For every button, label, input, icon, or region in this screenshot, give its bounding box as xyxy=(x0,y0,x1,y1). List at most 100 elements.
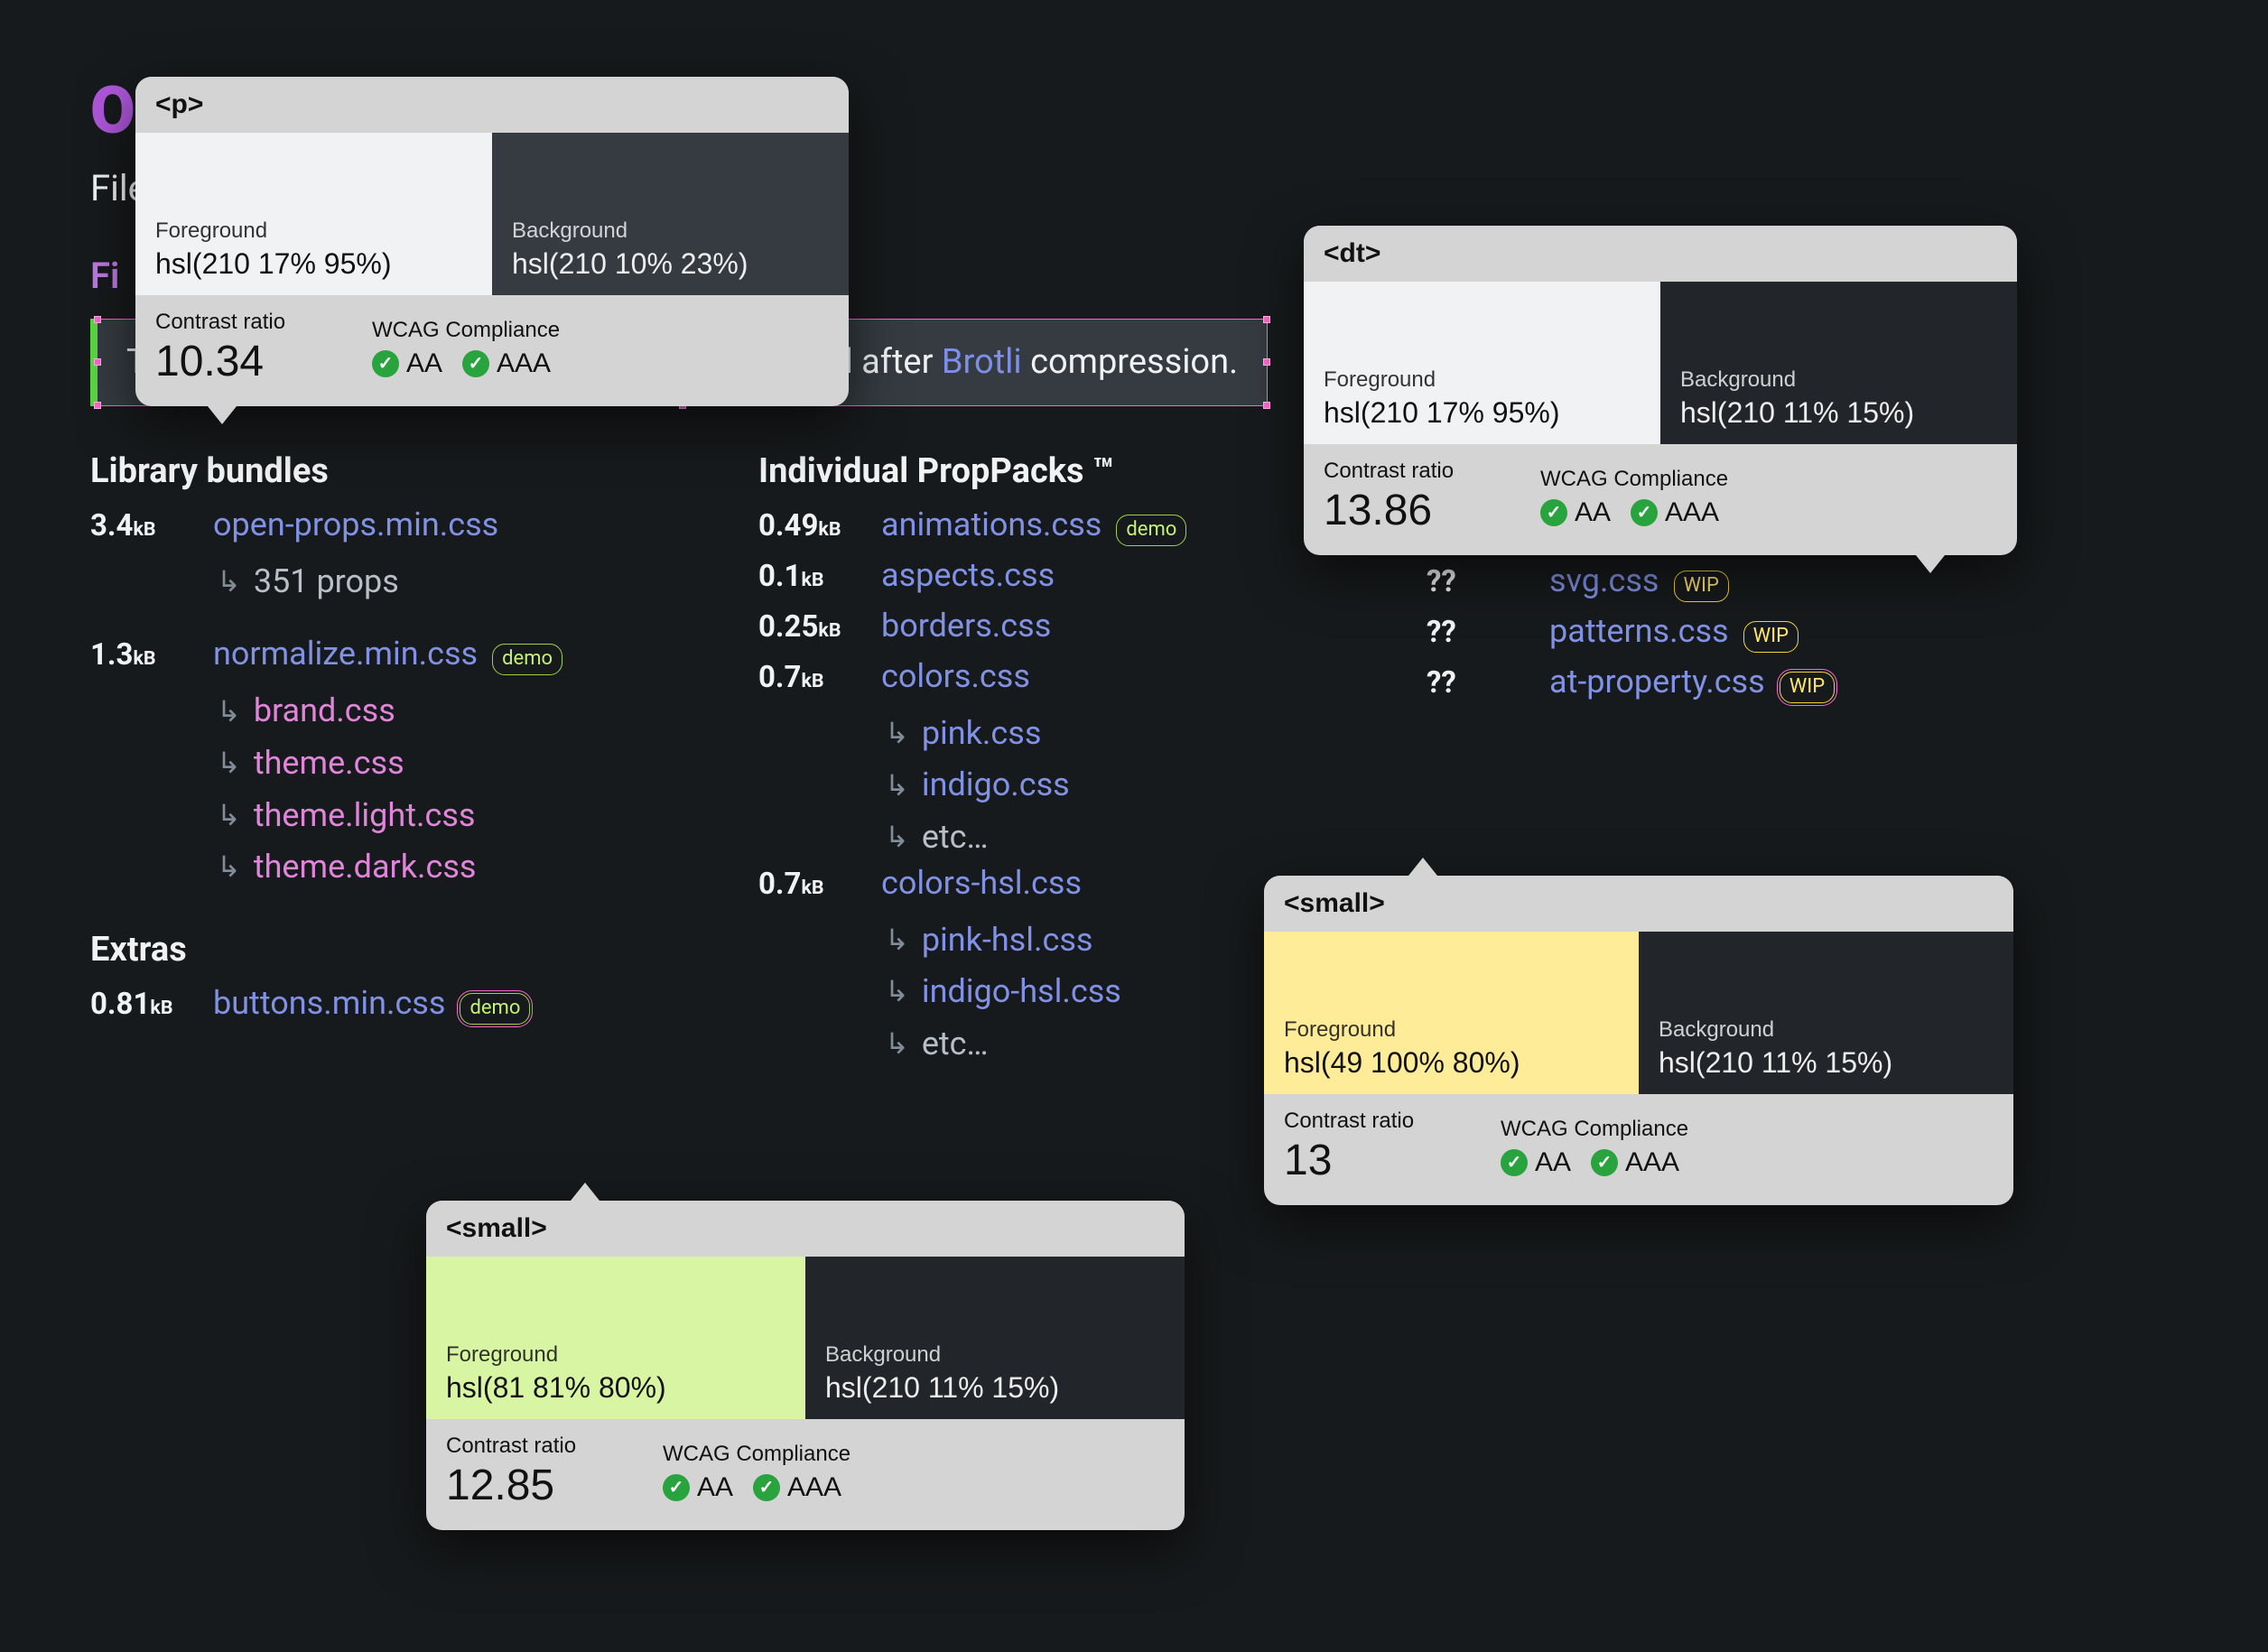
file-link[interactable]: svg.css xyxy=(1549,561,1659,599)
contrast-tooltip-dt: <dt> Foregroundhsl(210 17% 95%) Backgrou… xyxy=(1304,226,2017,555)
demo-badge[interactable]: demo xyxy=(1116,515,1186,546)
arrow-down-right-icon: ↳ xyxy=(217,740,241,786)
wip-badge: WIP xyxy=(1743,621,1799,653)
file-link[interactable]: animations.css xyxy=(881,506,1101,543)
selection-handle[interactable] xyxy=(1263,402,1270,409)
unknown-size: ?? xyxy=(1427,615,1535,650)
arrow-down-right-icon: ↳ xyxy=(885,763,909,809)
wip-badge: WIP xyxy=(1674,571,1729,602)
wcag-aa: AA xyxy=(697,1472,733,1503)
contrast-tooltip-small-green: <small> Foregroundhsl(81 81% 80%) Backgr… xyxy=(426,1201,1185,1530)
sub-file-link[interactable]: pink-hsl.css xyxy=(922,914,1093,967)
selection-handle[interactable] xyxy=(1263,316,1270,323)
sub-file-link[interactable]: pink.css xyxy=(922,708,1042,760)
file-size: 0.81kB xyxy=(90,987,199,1022)
wcag-label: WCAG Compliance xyxy=(1540,467,1728,492)
check-icon: ✓ xyxy=(663,1474,690,1501)
selection-handle[interactable] xyxy=(94,358,101,366)
check-icon: ✓ xyxy=(753,1474,780,1501)
unknown-size: ?? xyxy=(1427,665,1535,701)
etc-text: etc… xyxy=(922,1018,989,1071)
contrast-ratio-label: Contrast ratio xyxy=(1284,1109,1473,1134)
wcag-label: WCAG Compliance xyxy=(372,318,560,343)
background-swatch: Backgroundhsl(210 10% 23%) xyxy=(492,133,849,295)
file-link[interactable]: normalize.min.css xyxy=(213,635,478,673)
prop-count: 351 props xyxy=(254,556,399,608)
arrow-down-right-icon: ↳ xyxy=(885,814,909,860)
check-icon: ✓ xyxy=(372,350,399,377)
wcag-label: WCAG Compliance xyxy=(663,1442,850,1467)
sub-file-link[interactable]: theme.light.css xyxy=(254,790,476,842)
contrast-ratio-label: Contrast ratio xyxy=(446,1434,636,1459)
proppacks-title: Individual PropPacks ™ xyxy=(758,451,1318,491)
arrow-down-right-icon: ↳ xyxy=(217,844,241,890)
foreground-swatch: Foregroundhsl(210 17% 95%) xyxy=(1304,282,1660,444)
contrast-tooltip-small-yellow: <small> Foregroundhsl(49 100% 80%) Backg… xyxy=(1264,876,2013,1205)
arrow-down-right-icon: ↳ xyxy=(885,917,909,963)
etc-text: etc… xyxy=(922,812,989,864)
file-link[interactable]: aspects.css xyxy=(881,556,1055,594)
file-size: 0.7kB xyxy=(758,867,867,902)
contrast-ratio-value: 13.86 xyxy=(1324,486,1513,535)
file-link[interactable]: colors.css xyxy=(881,657,1030,695)
wcag-aa: AA xyxy=(1535,1147,1571,1178)
contrast-ratio-label: Contrast ratio xyxy=(155,310,345,335)
background-swatch: Backgroundhsl(210 11% 15%) xyxy=(1639,932,2013,1094)
contrast-ratio-value: 13 xyxy=(1284,1136,1473,1185)
file-size: 1.3kB xyxy=(90,637,199,673)
extras-title: Extras xyxy=(90,930,650,970)
check-icon: ✓ xyxy=(1631,499,1658,526)
library-bundles-title: Library bundles xyxy=(90,451,650,491)
wcag-aaa: AAA xyxy=(787,1472,841,1503)
wcag-aa: AA xyxy=(406,348,442,379)
brotli-link[interactable]: Brotli xyxy=(942,342,1022,382)
wcag-aaa: AAA xyxy=(1625,1147,1679,1178)
check-icon: ✓ xyxy=(1591,1149,1618,1176)
arrow-down-right-icon: ↳ xyxy=(217,689,241,735)
foreground-swatch: Foregroundhsl(210 17% 95%) xyxy=(135,133,492,295)
arrow-down-right-icon: ↳ xyxy=(217,559,241,605)
file-size: 3.4kB xyxy=(90,508,199,543)
file-size: 0.1kB xyxy=(758,559,867,594)
sub-file-link[interactable]: indigo-hsl.css xyxy=(922,966,1121,1018)
file-link[interactable]: colors-hsl.css xyxy=(881,864,1082,902)
sub-file-link[interactable]: theme.css xyxy=(254,738,404,790)
file-link[interactable]: at-property.css xyxy=(1549,663,1765,701)
file-link[interactable]: open-props.min.css xyxy=(213,506,498,543)
file-size: 0.7kB xyxy=(758,660,867,695)
contrast-ratio-label: Contrast ratio xyxy=(1324,459,1513,484)
selection-handle[interactable] xyxy=(1263,358,1270,366)
tooltip-tag: <small> xyxy=(426,1201,1185,1257)
selection-handle[interactable] xyxy=(94,316,101,323)
foreground-swatch: Foregroundhsl(49 100% 80%) xyxy=(1264,932,1639,1094)
demo-badge[interactable]: demo xyxy=(492,644,562,675)
check-icon: ✓ xyxy=(462,350,489,377)
contrast-ratio-value: 12.85 xyxy=(446,1461,636,1510)
wcag-label: WCAG Compliance xyxy=(1501,1117,1688,1142)
selection-handle[interactable] xyxy=(94,402,101,409)
check-icon: ✓ xyxy=(1540,499,1567,526)
arrow-down-right-icon: ↳ xyxy=(217,793,241,839)
contrast-tooltip-p: <p> Foregroundhsl(210 17% 95%) Backgroun… xyxy=(135,77,849,406)
tooltip-tag: <p> xyxy=(135,77,849,133)
background-swatch: Backgroundhsl(210 11% 15%) xyxy=(805,1257,1185,1419)
tooltip-tag: <small> xyxy=(1264,876,2013,932)
file-size: 0.49kB xyxy=(758,508,867,543)
file-link[interactable]: patterns.css xyxy=(1549,612,1729,650)
wip-badge: WIP xyxy=(1780,672,1835,703)
para-text-after: compression. xyxy=(1022,342,1238,382)
unknown-size: ?? xyxy=(1427,564,1535,599)
check-icon: ✓ xyxy=(1501,1149,1528,1176)
file-link[interactable]: borders.css xyxy=(881,607,1051,645)
background-swatch: Backgroundhsl(210 11% 15%) xyxy=(1660,282,2017,444)
tooltip-tag: <dt> xyxy=(1304,226,2017,282)
contrast-ratio-value: 10.34 xyxy=(155,337,345,386)
sub-file-link[interactable]: brand.css xyxy=(254,685,395,738)
arrow-down-right-icon: ↳ xyxy=(885,969,909,1015)
sub-file-link[interactable]: indigo.css xyxy=(922,759,1070,812)
wcag-aaa: AAA xyxy=(1665,497,1719,528)
sub-file-link[interactable]: theme.dark.css xyxy=(254,841,477,894)
wcag-aa: AA xyxy=(1575,497,1611,528)
demo-badge[interactable]: demo xyxy=(460,993,530,1025)
file-link[interactable]: buttons.min.css xyxy=(213,984,445,1022)
